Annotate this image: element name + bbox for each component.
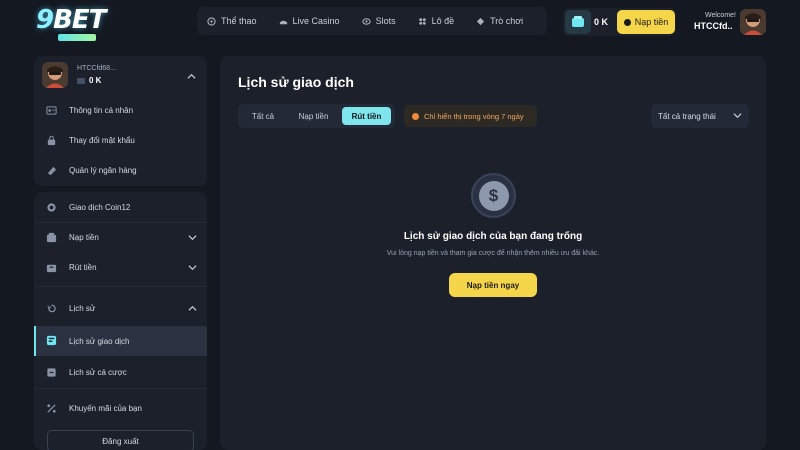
- active-indicator: [34, 326, 36, 356]
- sidebar-item-label: Thông tin cá nhân: [69, 105, 134, 115]
- sidebar-account-panel: HTCCfd68... 0 K Thông tin cá nhân Thay đ…: [34, 56, 207, 186]
- sidebar-item-label: Lịch sử: [69, 303, 96, 313]
- sidebar-item-label: Khuyến mãi của bạn: [69, 403, 142, 413]
- history-icon: [46, 303, 57, 314]
- card-icon: [46, 165, 57, 176]
- receipt-icon: [46, 335, 58, 347]
- profile-balance: 0 K: [77, 76, 101, 85]
- wallet-icon: [77, 77, 85, 84]
- wallet-in-icon: [46, 232, 57, 243]
- transaction-type-tabs: Tất cả Nạp tiền Rút tiền: [238, 104, 395, 128]
- lottery-icon: [418, 17, 427, 26]
- soccer-ball-icon: [207, 16, 216, 26]
- nav-label: Live Casino: [292, 16, 340, 26]
- coin-icon: [46, 202, 57, 213]
- deposit-label: Nạp tiền: [634, 17, 669, 27]
- profile-balance-value: 0 K: [89, 76, 102, 85]
- welcome-text: Welcome!: [705, 12, 736, 19]
- tab-withdraw[interactable]: Rút tiền: [342, 107, 391, 125]
- deposit-button[interactable]: Nạp tiền: [617, 10, 675, 34]
- nav-label: Trò chơi: [490, 16, 524, 26]
- slots-icon: [361, 17, 371, 26]
- divider: [34, 222, 207, 223]
- nav-label: Lô đề: [431, 16, 455, 26]
- chevron-down-icon: [733, 111, 742, 120]
- nav-label: Thể thao: [221, 16, 257, 26]
- sidebar-item-history[interactable]: Lịch sử: [34, 296, 207, 320]
- avatar[interactable]: [740, 9, 766, 35]
- nav-label: Slots: [375, 16, 396, 26]
- ticket-icon: [46, 367, 57, 378]
- logo-badge: [58, 34, 96, 41]
- coin-icon: [623, 18, 631, 26]
- brand-logo[interactable]: 9BET: [36, 5, 122, 41]
- notice-text: Chỉ hiển thị trong vòng 7 ngày: [424, 111, 524, 121]
- nav-item-live-casino[interactable]: Live Casino: [279, 16, 340, 26]
- header-username: HTCCfd..: [694, 21, 733, 31]
- page-title: Lịch sử giao dịch: [238, 74, 354, 90]
- profile-avatar: [42, 62, 68, 88]
- sidebar-item-deposit[interactable]: Nạp tiền: [34, 225, 207, 249]
- chevron-up-icon[interactable]: [187, 72, 196, 81]
- nav-item-games[interactable]: Trò chơi: [476, 16, 523, 26]
- divider: [34, 388, 207, 389]
- sidebar-item-personal-info[interactable]: Thông tin cá nhân: [34, 98, 207, 122]
- main-content: Lịch sử giao dịch Tất cả Nạp tiền Rút ti…: [220, 56, 766, 450]
- sidebar-item-coin12[interactable]: Giao dịch Coin12: [34, 195, 207, 219]
- dollar-icon: $: [471, 173, 516, 218]
- chevron-down-icon[interactable]: [188, 233, 197, 242]
- tab-deposit[interactable]: Nạp tiền: [288, 107, 339, 125]
- percent-tag-icon: [46, 403, 57, 414]
- nav-item-lottery[interactable]: Lô đề: [418, 16, 455, 26]
- sidebar-item-change-password[interactable]: Thay đổi mật khẩu: [34, 128, 207, 152]
- logo-text: 9BET: [36, 5, 106, 35]
- wallet-out-icon: [46, 262, 57, 273]
- sidebar-item-label: Nạp tiền: [69, 232, 99, 242]
- sidebar-item-withdraw[interactable]: Rút tiền: [34, 255, 207, 279]
- sidebar-item-label: Lịch sử giao dịch: [69, 336, 130, 346]
- wallet-icon[interactable]: [565, 10, 591, 34]
- sidebar-transactions-panel: Giao dịch Coin12 Nạp tiền Rút tiền Lịch …: [34, 192, 207, 450]
- balance-amount: 0 K: [594, 17, 609, 27]
- main-nav: Thể thao Live Casino Slots Lô đề Trò chơ…: [197, 7, 547, 35]
- tab-all[interactable]: Tất cả: [241, 107, 285, 125]
- sidebar-item-label: Quản lý ngân hàng: [69, 165, 137, 175]
- sidebar-item-bank-management[interactable]: Quản lý ngân hàng: [34, 158, 207, 182]
- empty-state-subtitle: Vui lòng nạp tiền và tham gia cược để nh…: [386, 250, 600, 257]
- sidebar-item-label: Giao dịch Coin12: [69, 202, 131, 212]
- top-header: 9BET Thể thao Live Casino Slots Lô đề Tr…: [0, 0, 800, 44]
- status-filter-value: Tất cả trạng thái: [658, 111, 716, 121]
- chevron-up-icon[interactable]: [188, 304, 197, 313]
- warning-icon: [412, 112, 419, 120]
- logout-button[interactable]: Đăng xuất: [47, 430, 194, 450]
- chevron-down-icon[interactable]: [188, 263, 197, 272]
- empty-state-title: Lịch sử giao dịch của bạn đang trống: [403, 231, 583, 242]
- nav-item-slots[interactable]: Slots: [361, 16, 396, 26]
- id-card-icon: [46, 105, 57, 116]
- lock-icon: [46, 135, 57, 146]
- divider: [34, 286, 207, 287]
- sidebar-item-bet-history[interactable]: Lịch sử cá cược: [34, 360, 207, 384]
- sidebar-item-label: Lịch sử cá cược: [69, 367, 127, 377]
- notice-badge: Chỉ hiển thị trong vòng 7 ngày: [404, 105, 537, 127]
- casino-table-icon: [279, 17, 288, 26]
- sidebar-item-transaction-history[interactable]: Lịch sử giao dịch: [34, 326, 207, 356]
- dollar-sign-glyph: $: [478, 180, 509, 211]
- gamepad-icon: [476, 17, 485, 26]
- status-filter-select[interactable]: Tất cả trạng thái: [651, 104, 749, 128]
- profile-name: HTCCfd68...: [77, 65, 116, 72]
- sidebar-item-promotions[interactable]: Khuyến mãi của bạn: [34, 396, 207, 420]
- sidebar-item-label: Thay đổi mật khẩu: [69, 135, 135, 145]
- nav-item-sports[interactable]: Thể thao: [207, 16, 257, 26]
- deposit-now-button[interactable]: Nạp tiền ngay: [449, 273, 537, 297]
- sidebar-item-label: Rút tiền: [69, 262, 97, 272]
